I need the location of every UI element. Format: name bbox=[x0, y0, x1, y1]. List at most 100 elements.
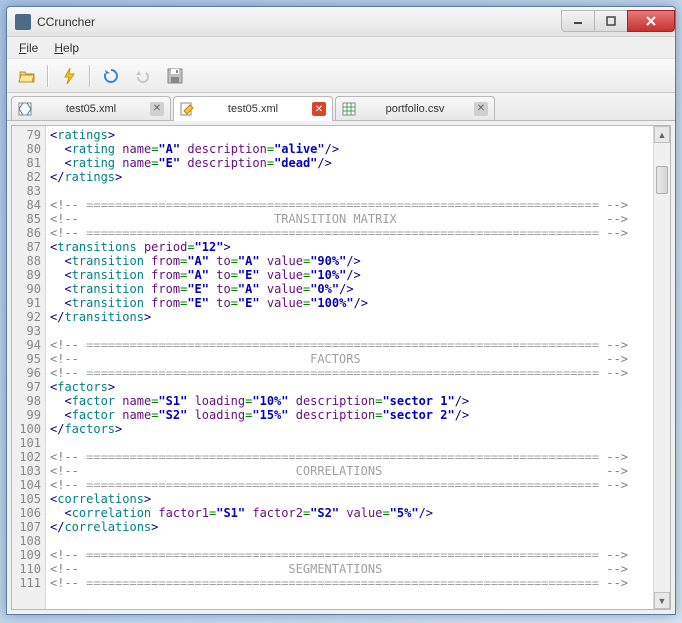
toolbar-separator bbox=[89, 65, 91, 87]
code-line: <correlations> bbox=[50, 492, 649, 506]
vertical-scrollbar[interactable]: ▲ ▼ bbox=[653, 126, 670, 609]
close-icon bbox=[645, 15, 657, 27]
code-line: <factors> bbox=[50, 380, 649, 394]
code-line: </ratings> bbox=[50, 170, 649, 184]
lightning-icon bbox=[60, 67, 78, 85]
code-line: <!-- ===================================… bbox=[50, 366, 649, 380]
code-line: <rating name="E" description="dead"/> bbox=[50, 156, 649, 170]
line-number: 98 bbox=[12, 394, 41, 408]
line-number: 105 bbox=[12, 492, 41, 506]
code-line: <ratings> bbox=[50, 128, 649, 142]
file-icon bbox=[180, 102, 194, 116]
tab-label: test05.xml bbox=[38, 103, 144, 115]
save-button[interactable] bbox=[161, 63, 189, 89]
line-number: 88 bbox=[12, 254, 41, 268]
refresh-button[interactable] bbox=[97, 63, 125, 89]
undo-icon bbox=[134, 67, 152, 85]
code-line: <factor name="S2" loading="15%" descript… bbox=[50, 408, 649, 422]
line-number: 109 bbox=[12, 548, 41, 562]
code-line bbox=[50, 436, 649, 450]
line-number: 111 bbox=[12, 576, 41, 590]
code-line bbox=[50, 534, 649, 548]
code-line: <!-- ===================================… bbox=[50, 576, 649, 590]
line-number: 94 bbox=[12, 338, 41, 352]
line-number: 92 bbox=[12, 310, 41, 324]
line-number: 101 bbox=[12, 436, 41, 450]
line-number: 104 bbox=[12, 478, 41, 492]
line-number: 107 bbox=[12, 520, 41, 534]
minimize-icon bbox=[573, 16, 583, 26]
tab-close-button[interactable]: ✕ bbox=[312, 102, 326, 116]
line-number: 99 bbox=[12, 408, 41, 422]
line-number: 80 bbox=[12, 142, 41, 156]
line-number: 83 bbox=[12, 184, 41, 198]
line-gutter: 7980818283848586878889909192939495969798… bbox=[12, 126, 46, 609]
code-line: <!-- SEGMENTATIONS --> bbox=[50, 562, 649, 576]
line-number: 91 bbox=[12, 296, 41, 310]
line-number: 86 bbox=[12, 226, 41, 240]
file-icon bbox=[342, 102, 356, 116]
toolbar bbox=[7, 59, 675, 93]
tab-label: portfolio.csv bbox=[362, 103, 468, 115]
tab-close-button[interactable]: ✕ bbox=[474, 102, 488, 116]
line-number: 85 bbox=[12, 212, 41, 226]
code-area[interactable]: <ratings> <rating name="A" description="… bbox=[46, 126, 653, 609]
open-button[interactable] bbox=[13, 63, 41, 89]
code-line: <correlation factor1="S1" factor2="S2" v… bbox=[50, 506, 649, 520]
minimize-button[interactable] bbox=[561, 10, 595, 32]
tab-test05-xml[interactable]: test05.xml ✕ bbox=[11, 96, 171, 120]
tab-label: test05.xml bbox=[200, 103, 306, 115]
line-number: 106 bbox=[12, 506, 41, 520]
line-number: 97 bbox=[12, 380, 41, 394]
toolbar-separator bbox=[47, 65, 49, 87]
scroll-thumb[interactable] bbox=[656, 166, 668, 194]
code-line: </factors> bbox=[50, 422, 649, 436]
line-number: 108 bbox=[12, 534, 41, 548]
maximize-button[interactable] bbox=[594, 10, 628, 32]
line-number: 103 bbox=[12, 464, 41, 478]
code-line: <transition from="E" to="E" value="100%"… bbox=[50, 296, 649, 310]
code-line: <!-- ===================================… bbox=[50, 450, 649, 464]
code-line: <factor name="S1" loading="10%" descript… bbox=[50, 394, 649, 408]
code-line: <transition from="E" to="A" value="0%"/> bbox=[50, 282, 649, 296]
code-line: <!-- ===================================… bbox=[50, 548, 649, 562]
line-number: 95 bbox=[12, 352, 41, 366]
code-line: </correlations> bbox=[50, 520, 649, 534]
folder-open-icon bbox=[18, 67, 36, 85]
line-number: 90 bbox=[12, 282, 41, 296]
code-line: <!-- ===================================… bbox=[50, 338, 649, 352]
line-number: 81 bbox=[12, 156, 41, 170]
code-line bbox=[50, 324, 649, 338]
titlebar[interactable]: CCruncher bbox=[7, 7, 675, 37]
line-number: 87 bbox=[12, 240, 41, 254]
menubar: File Help bbox=[7, 37, 675, 59]
maximize-icon bbox=[606, 16, 616, 26]
undo-button[interactable] bbox=[129, 63, 157, 89]
code-line: <transition from="A" to="A" value="90%"/… bbox=[50, 254, 649, 268]
line-number: 102 bbox=[12, 450, 41, 464]
code-line: <!-- ===================================… bbox=[50, 198, 649, 212]
tabbar: test05.xml ✕ test05.xml ✕ portfolio.csv ✕ bbox=[7, 93, 675, 121]
tab-test05-xml[interactable]: test05.xml ✕ bbox=[173, 96, 333, 121]
line-number: 79 bbox=[12, 128, 41, 142]
line-number: 84 bbox=[12, 198, 41, 212]
refresh-icon bbox=[102, 67, 120, 85]
code-line: <!-- ===================================… bbox=[50, 478, 649, 492]
code-line: <!-- CORRELATIONS --> bbox=[50, 464, 649, 478]
floppy-icon bbox=[166, 67, 184, 85]
menu-help[interactable]: Help bbox=[46, 39, 87, 57]
close-button[interactable] bbox=[627, 10, 675, 32]
line-number: 93 bbox=[12, 324, 41, 338]
app-icon bbox=[15, 14, 31, 30]
line-number: 96 bbox=[12, 366, 41, 380]
scroll-down-button[interactable]: ▼ bbox=[654, 592, 670, 609]
run-button[interactable] bbox=[55, 63, 83, 89]
scroll-up-button[interactable]: ▲ bbox=[654, 126, 670, 143]
file-icon bbox=[18, 102, 32, 116]
code-line: <!-- ===================================… bbox=[50, 226, 649, 240]
line-number: 100 bbox=[12, 422, 41, 436]
tab-portfolio-csv[interactable]: portfolio.csv ✕ bbox=[335, 96, 495, 120]
menu-file[interactable]: File bbox=[11, 39, 46, 57]
line-number: 82 bbox=[12, 170, 41, 184]
tab-close-button[interactable]: ✕ bbox=[150, 102, 164, 116]
